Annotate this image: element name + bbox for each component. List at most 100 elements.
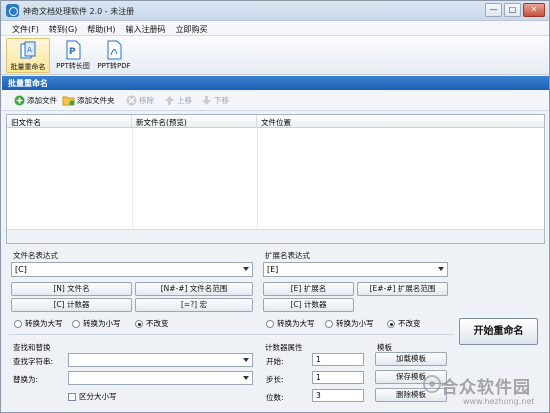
close-button[interactable]: ✕ xyxy=(523,3,545,17)
load-template-button[interactable]: 加载模板 xyxy=(375,352,447,366)
radio-label: 不改变 xyxy=(146,319,169,328)
move-down-label: 下移 xyxy=(214,96,229,105)
add-folder-button[interactable]: 添加文件夹 xyxy=(62,95,115,106)
radio-label: 转换为大写 xyxy=(277,319,315,328)
radio-dot xyxy=(135,319,143,328)
tool-batch-rename[interactable]: A 批量重命名 xyxy=(6,38,50,73)
move-down-button[interactable]: 下移 xyxy=(201,95,229,106)
filename-expr-value: [C] xyxy=(15,265,27,274)
replace-input[interactable] xyxy=(68,371,253,385)
counter-button[interactable]: [C] 计数器 xyxy=(11,298,132,312)
remove-button[interactable]: 移除 xyxy=(126,95,154,106)
ext-nochange-radio[interactable]: 不改变 xyxy=(387,318,421,329)
toolbar: A 批量重命名 P PPT转长图 PPT转PDF xyxy=(1,36,549,75)
menu-help[interactable]: 帮助(H) xyxy=(82,21,120,35)
watermark-logo-icon xyxy=(423,375,441,393)
title-bar: 神奇文档处理软件 2.0 - 未注册 — □ ✕ xyxy=(1,1,549,21)
add-file-icon xyxy=(14,95,25,106)
radio-dot xyxy=(325,319,333,328)
checkbox-box xyxy=(68,392,76,401)
filename-button[interactable]: [N] 文件名 xyxy=(11,282,132,296)
macro-button[interactable]: [=?] 宏 xyxy=(135,298,253,312)
counter-title: 计数器属性 xyxy=(265,343,303,352)
extension-button[interactable]: [E] 扩展名 xyxy=(263,282,354,296)
menu-goto[interactable]: 转到(G) xyxy=(44,21,82,35)
filename-lowercase-radio[interactable]: 转换为小写 xyxy=(72,318,121,329)
divider xyxy=(9,334,454,335)
find-input[interactable] xyxy=(68,353,253,367)
ext-expr-title: 扩展名表达式 xyxy=(265,251,310,260)
radio-dot xyxy=(266,319,274,328)
watermark-text: 合众软件园 xyxy=(441,378,531,398)
radio-label: 转换为小写 xyxy=(83,319,121,328)
add-file-label: 添加文件 xyxy=(27,96,57,105)
column-old-name[interactable]: 旧文件名 xyxy=(7,115,132,128)
column-location[interactable]: 文件位置 xyxy=(257,115,544,128)
add-file-button[interactable]: 添加文件 xyxy=(14,95,57,106)
tool-ppt-long-image[interactable]: P PPT转长图 xyxy=(53,38,93,73)
file-list[interactable]: 旧文件名 新文件名(预览) 文件位置 xyxy=(6,114,545,244)
radio-dot xyxy=(72,319,80,328)
ext-counter-button[interactable]: [C] 计数器 xyxy=(263,298,354,312)
file-list-footer xyxy=(7,229,544,243)
app-logo-icon xyxy=(6,4,19,17)
column-divider xyxy=(257,128,258,243)
svg-text:P: P xyxy=(69,47,76,57)
start-label: 开始: xyxy=(266,357,284,366)
replace-label: 替换为: xyxy=(13,375,39,384)
arrow-down-icon xyxy=(202,96,211,105)
radio-label: 转换为大写 xyxy=(25,319,63,328)
step-label: 步长: xyxy=(266,375,284,384)
filename-range-button[interactable]: [N#-#] 文件名范围 xyxy=(135,282,253,296)
arrow-up-icon xyxy=(165,96,174,105)
filename-nochange-radio[interactable]: 不改变 xyxy=(135,318,169,329)
find-label: 查找字符串: xyxy=(13,357,54,366)
rename-icon: A xyxy=(20,41,36,59)
column-new-name[interactable]: 新文件名(预览) xyxy=(132,115,257,128)
file-list-header: 旧文件名 新文件名(预览) 文件位置 xyxy=(7,115,544,128)
menu-file[interactable]: 文件(F) xyxy=(7,21,44,35)
digits-input[interactable]: 3 xyxy=(312,389,364,402)
radio-label: 不改变 xyxy=(398,319,421,328)
ext-lowercase-radio[interactable]: 转换为小写 xyxy=(325,318,374,329)
ext-uppercase-radio[interactable]: 转换为大写 xyxy=(266,318,315,329)
find-replace-title: 查找和替换 xyxy=(13,343,51,352)
minimize-button[interactable]: — xyxy=(485,3,502,17)
app-window: 神奇文档处理软件 2.0 - 未注册 — □ ✕ 文件(F) 转到(G) 帮助(… xyxy=(0,0,550,413)
filename-expr-title: 文件名表达式 xyxy=(13,251,58,260)
menu-bar: 文件(F) 转到(G) 帮助(H) 输入注册码 立即购买 xyxy=(1,21,549,36)
tool-ppt-to-pdf[interactable]: PPT转PDF xyxy=(94,38,134,73)
tool-label: 批量重命名 xyxy=(10,63,46,71)
start-input[interactable]: 1 xyxy=(312,353,364,366)
extension-range-button[interactable]: [E#-#] 扩展名范围 xyxy=(357,282,448,296)
filename-expr-combo[interactable]: [C] xyxy=(11,262,253,277)
checkbox-label: 区分大小写 xyxy=(79,392,117,401)
pdf-icon xyxy=(107,40,122,60)
digits-label: 位数: xyxy=(266,393,284,402)
remove-label: 移除 xyxy=(139,96,154,105)
svg-text:A: A xyxy=(27,46,32,54)
case-sensitive-checkbox[interactable]: 区分大小写 xyxy=(68,391,117,402)
chevron-down-icon[interactable] xyxy=(243,358,249,362)
radio-dot xyxy=(387,319,395,328)
filename-uppercase-radio[interactable]: 转换为大写 xyxy=(14,318,63,329)
menu-register[interactable]: 输入注册码 xyxy=(121,21,171,35)
window-controls: — □ ✕ xyxy=(485,3,545,17)
step-input[interactable]: 1 xyxy=(312,371,364,384)
remove-icon xyxy=(126,95,137,106)
column-divider xyxy=(132,128,133,243)
section-title: 批量重命名 xyxy=(2,76,549,90)
ext-expr-combo[interactable]: [E] xyxy=(263,262,448,277)
chevron-down-icon[interactable] xyxy=(243,267,249,271)
move-up-button[interactable]: 上移 xyxy=(164,95,192,106)
chevron-down-icon[interactable] xyxy=(438,267,444,271)
menu-buy[interactable]: 立即购买 xyxy=(171,21,213,35)
radio-label: 转换为小写 xyxy=(336,319,374,328)
watermark: 合众软件园 www.hezhong.net xyxy=(423,373,547,411)
chevron-down-icon[interactable] xyxy=(243,376,249,380)
start-rename-button[interactable]: 开始重命名 xyxy=(459,318,538,345)
tool-label: PPT转PDF xyxy=(97,62,131,70)
window-title: 神奇文档处理软件 2.0 - 未注册 xyxy=(23,7,135,16)
maximize-button[interactable]: □ xyxy=(504,3,521,17)
ppt-icon: P xyxy=(66,40,81,60)
